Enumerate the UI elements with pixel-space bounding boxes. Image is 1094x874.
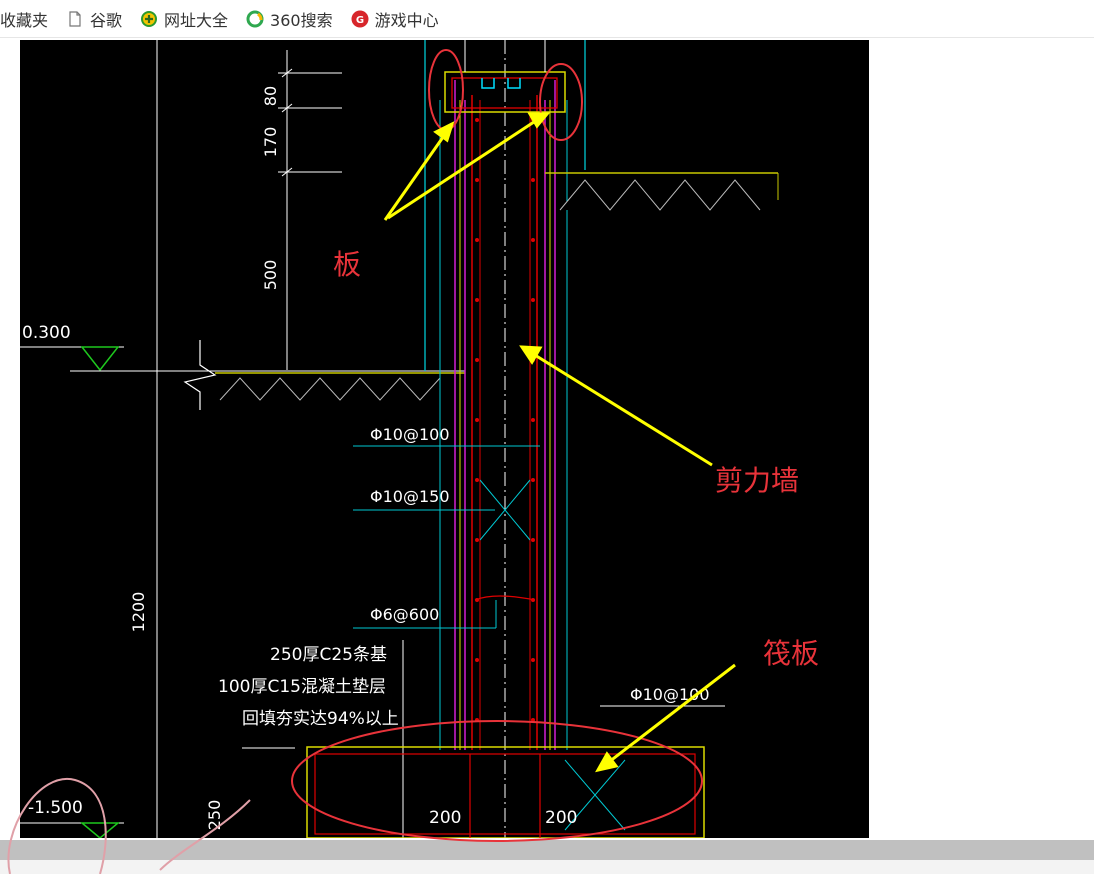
elevation-bottom: -1.500 — [28, 798, 83, 818]
plus-globe-icon — [141, 10, 158, 27]
search360-label: 360搜索 — [270, 10, 333, 30]
dim-200-b: 200 — [545, 808, 577, 828]
rebar-label-2: Φ10@150 — [370, 487, 450, 506]
status-strip — [0, 860, 1094, 874]
cad-drawing: 80 170 500 1200 0.300 -1.500 Φ10@100 Φ10… — [20, 40, 779, 838]
dim-500: 500 — [261, 260, 280, 291]
dim-250: 250 — [205, 800, 224, 831]
google-label: 谷歌 — [90, 10, 123, 30]
dim-170: 170 — [261, 127, 280, 158]
bookmark-url-directory[interactable]: 网址大全 — [140, 0, 228, 38]
dim-200-a: 200 — [429, 808, 461, 828]
bookmark-360-search[interactable]: 360搜索 — [246, 0, 333, 38]
search360-icon — [246, 10, 264, 27]
game-center-icon: G — [351, 10, 369, 27]
horizontal-scrollbar[interactable] — [0, 840, 1094, 860]
dim-1200: 1200 — [129, 592, 148, 633]
rebar-label-3: Φ6@600 — [370, 605, 439, 624]
bookmark-google[interactable]: 谷歌 — [66, 0, 122, 38]
note-line-1: 250厚C25条基 — [270, 645, 387, 665]
dim-80: 80 — [261, 86, 280, 106]
bookmarks-bar: 收藏夹 谷歌 网址大全 360搜索 G 游戏中心 — [0, 0, 1094, 38]
note-line-3: 回填夯实达94%以上 — [242, 709, 399, 729]
game-center-label: 游戏中心 — [374, 10, 439, 30]
elevation-top: 0.300 — [22, 323, 71, 343]
note-line-2: 100厚C15混凝土垫层 — [218, 677, 386, 697]
rebar-label-4: Φ10@100 — [630, 685, 710, 704]
cad-drawing-canvas: 80 170 500 1200 0.300 -1.500 Φ10@100 Φ10… — [20, 40, 869, 838]
rebar-label-1: Φ10@100 — [370, 425, 450, 444]
page-icon — [69, 10, 81, 27]
bookmark-game-center[interactable]: G 游戏中心 — [351, 0, 439, 38]
svg-text:G: G — [355, 15, 363, 26]
favorites-label: 收藏夹 — [0, 10, 49, 30]
url-directory-label: 网址大全 — [164, 10, 229, 30]
bookmark-favorites[interactable]: 收藏夹 — [0, 0, 48, 38]
